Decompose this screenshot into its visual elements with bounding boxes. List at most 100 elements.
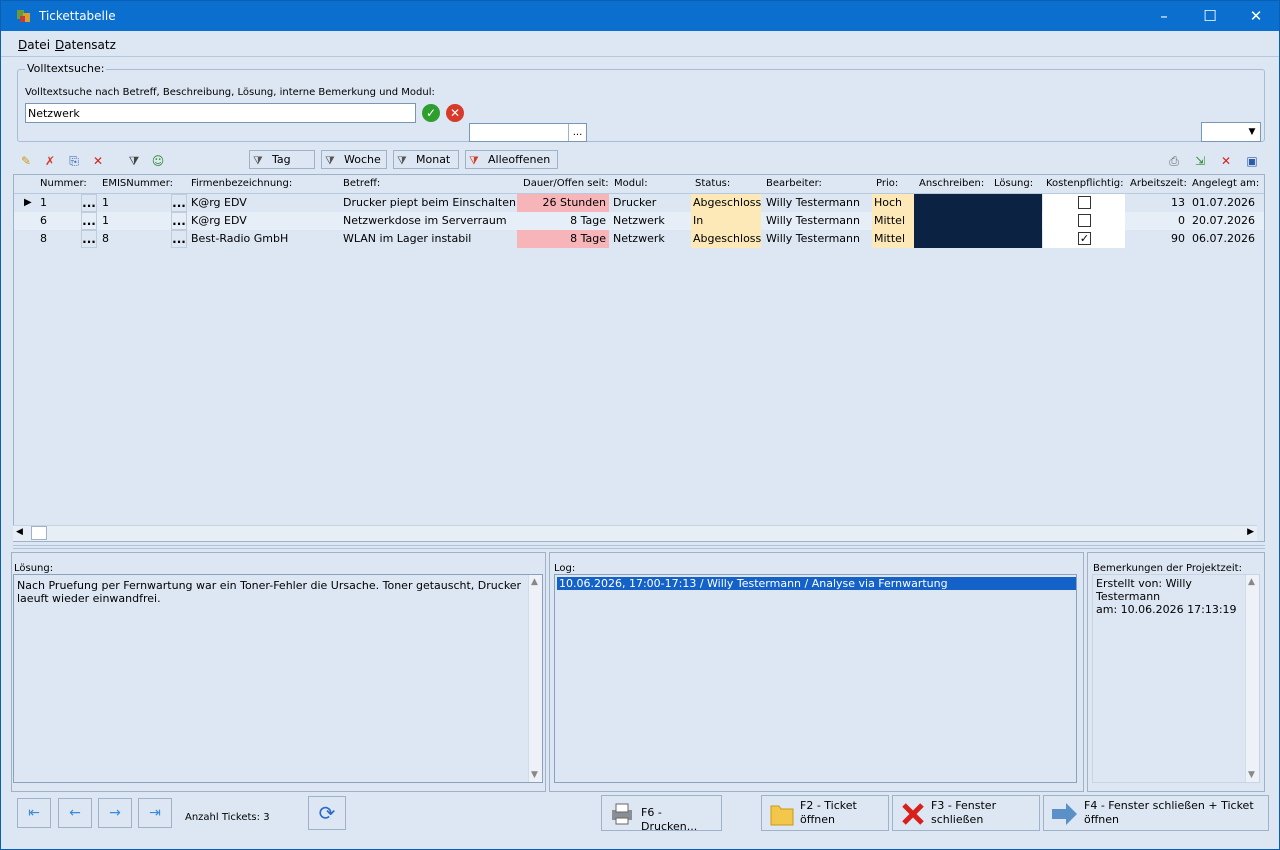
bemerkungen-text: Erstellt von: Willy Testermann am: 10.06… <box>1096 577 1259 616</box>
search-input[interactable] <box>25 103 416 123</box>
refresh-button[interactable]: ⟳ <box>308 796 346 830</box>
col-kostenpflichtig[interactable]: Kostenpflichtig: <box>1046 178 1123 189</box>
emis-picker-button[interactable]: ... <box>171 194 187 212</box>
nummer-picker-button[interactable]: ... <box>81 194 97 212</box>
cell-anschreiben-loesung <box>914 212 1042 230</box>
grid-horizontal-scrollbar[interactable]: ◀ ▶ <box>13 525 1257 541</box>
cell-nummer: 8 <box>40 232 47 245</box>
cell-betreff: Drucker piept beim Einschalten <box>343 196 516 209</box>
scroll-left-icon[interactable]: ◀ <box>16 527 23 537</box>
edit-filter-icon[interactable]: ✎ <box>17 151 35 169</box>
col-angelegt[interactable]: Angelegt am: <box>1192 178 1259 189</box>
kostenpflichtig-checkbox-checked[interactable]: ✓ <box>1078 232 1091 245</box>
col-modul[interactable]: Modul: <box>614 178 648 189</box>
delete-record-icon[interactable]: ✕ <box>1217 151 1235 169</box>
col-prio[interactable]: Prio: <box>876 178 898 189</box>
table-row[interactable]: ▶ 1 ... 1 ... K@rg EDV Drucker piept bei… <box>14 194 1264 212</box>
last-record-button[interactable]: ⇥ <box>138 798 172 828</box>
cell-angelegt: 01.07.2026 <box>1192 196 1255 209</box>
row-indicator-icon: ▶ <box>24 197 32 208</box>
first-record-button[interactable]: ⇤ <box>17 798 51 828</box>
table-row[interactable]: 6 ... 1 ... K@rg EDV Netzwerkdose im Ser… <box>14 212 1264 230</box>
emis-picker-button[interactable]: ... <box>171 212 187 230</box>
bemerkungen-scrollbar[interactable]: ▲ ▼ <box>1245 575 1259 782</box>
cell-nummer: 6 <box>40 214 47 227</box>
col-arbeitszeit[interactable]: Arbeitszeit: <box>1130 178 1187 189</box>
nummer-picker-button[interactable]: ... <box>81 230 97 248</box>
scroll-thumb[interactable] <box>31 526 47 540</box>
filter-icon: ⧩ <box>469 154 479 167</box>
menu-datensatz[interactable]: Datensatz <box>55 38 116 52</box>
open-ticket-label: F2 - Ticket öffnen <box>800 799 857 827</box>
scroll-up-icon[interactable]: ▲ <box>531 577 538 587</box>
log-list[interactable]: 10.06.2026, 17:00-17:13 / Willy Testerma… <box>554 574 1077 783</box>
filter-icon: ⧩ <box>397 154 407 167</box>
log-entry[interactable]: 10.06.2026, 17:00-17:13 / Willy Testerma… <box>557 577 1076 590</box>
open-ticket-line1: F2 - Ticket <box>800 799 857 812</box>
cell-anschreiben-loesung <box>914 194 1042 212</box>
open-ticket-button[interactable]: F2 - Ticket öffnen <box>761 795 889 831</box>
bemerkungen-memo[interactable]: Erstellt von: Willy Testermann am: 10.06… <box>1092 574 1260 783</box>
kostenpflichtig-checkbox[interactable] <box>1078 214 1091 227</box>
menu-datei[interactable]: Datei <box>18 38 50 52</box>
cell-nummer: 1 <box>40 196 47 209</box>
col-betreff[interactable]: Betreff: <box>343 178 380 189</box>
loesung-text: Nach Pruefung per Fernwartung war ein To… <box>17 579 522 605</box>
close-button[interactable]: F3 - Fenster schließen <box>892 795 1040 831</box>
delete-icon[interactable]: ✕ <box>89 151 107 169</box>
close-and-open-line2: öffnen <box>1084 813 1120 826</box>
minimize-button[interactable]: – <box>1141 1 1187 31</box>
col-loesung[interactable]: Lösung: <box>994 178 1033 189</box>
col-dauer[interactable]: Dauer/Offen seit: <box>523 178 609 189</box>
loesung-memo[interactable]: Nach Pruefung per Fernwartung war ein To… <box>13 574 543 783</box>
scroll-right-icon[interactable]: ▶ <box>1247 527 1254 537</box>
filter-tag-button[interactable]: ⧩ Tag <box>249 150 315 169</box>
maximize-button[interactable]: ☐ <box>1187 1 1233 31</box>
scroll-down-icon[interactable]: ▼ <box>1248 770 1255 780</box>
filter-select[interactable]: ▼ <box>1201 122 1261 142</box>
filter-monat-button[interactable]: ⧩ Monat <box>393 150 459 169</box>
panel-splitter[interactable] <box>13 545 1265 549</box>
table-row[interactable]: 8 ... 8 ... Best-Radio GmbH WLAN im Lage… <box>14 230 1264 248</box>
clear-filter-icon[interactable]: ✗ <box>41 151 59 169</box>
close-and-open-button[interactable]: F4 - Fenster schließen + Ticket öffnen <box>1043 795 1269 831</box>
export-icon[interactable]: ⇲ <box>1191 151 1209 169</box>
print-icon[interactable]: ⎙ <box>1165 151 1183 169</box>
filter-woche-button[interactable]: ⧩ Woche <box>321 150 387 169</box>
filter-alleoffenen-button[interactable]: ⧩ Alleoffenen <box>465 150 558 169</box>
col-bearbeiter[interactable]: Bearbeiter: <box>766 178 822 189</box>
cell-anschreiben-loesung <box>914 230 1042 248</box>
previous-record-button[interactable]: ← <box>58 798 92 828</box>
chevron-down-icon: ▼ <box>1248 127 1256 137</box>
nummer-picker-button[interactable]: ... <box>81 212 97 230</box>
col-anschreiben[interactable]: Anschreiben: <box>919 178 984 189</box>
loesung-panel: Lösung: Nach Pruefung per Fernwartung wa… <box>11 552 546 792</box>
cell-dauer: 26 Stunden <box>517 194 609 212</box>
next-record-button[interactable]: → <box>98 798 132 828</box>
col-emisnummer[interactable]: EMISNummer: <box>102 178 173 189</box>
filter-icon[interactable]: ⧩ <box>125 151 143 169</box>
arrow-left-icon: ← <box>69 805 81 821</box>
emis-picker-button[interactable]: ... <box>171 230 187 248</box>
scroll-up-icon[interactable]: ▲ <box>1248 577 1255 587</box>
close-line1: F3 - Fenster <box>931 799 997 812</box>
col-nummer[interactable]: Nummer: <box>40 178 87 189</box>
col-status[interactable]: Status: <box>695 178 730 189</box>
module-picker[interactable]: ... <box>469 123 587 142</box>
search-group-label: Volltextsuche: <box>25 62 107 75</box>
module-picker-button[interactable]: ... <box>568 124 586 141</box>
kostenpflichtig-checkbox[interactable] <box>1078 196 1091 209</box>
title-bar: Tickettabelle – ☐ ✕ <box>1 1 1279 31</box>
scroll-down-icon[interactable]: ▼ <box>531 770 538 780</box>
print-button[interactable]: F6 - Drucken... <box>601 795 722 833</box>
save-icon[interactable]: ▣ <box>1243 151 1261 169</box>
cell-betreff: WLAN im Lager instabil <box>343 232 472 245</box>
search-cancel-icon[interactable]: ✕ <box>446 104 464 122</box>
close-window-button[interactable]: ✕ <box>1233 1 1279 31</box>
copy-icon[interactable]: ⎘ <box>65 151 83 169</box>
col-firma[interactable]: Firmenbezeichnung: <box>191 178 292 189</box>
loesung-scrollbar[interactable]: ▲ ▼ <box>528 575 542 782</box>
last-icon: ⇥ <box>149 805 161 821</box>
search-apply-icon[interactable]: ✓ <box>422 104 440 122</box>
user-filter-icon[interactable]: ☺ <box>149 151 167 169</box>
